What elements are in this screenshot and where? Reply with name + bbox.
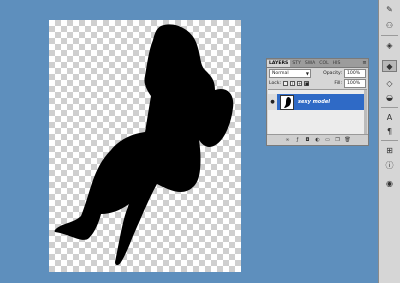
color-icon[interactable]: ◉	[382, 178, 397, 190]
lock-label: Lock:	[269, 80, 282, 86]
document-canvas[interactable]	[49, 20, 241, 272]
opacity-value: 100%	[347, 70, 361, 76]
woman-silhouette-image	[54, 24, 234, 265]
text-icon[interactable]: A	[382, 112, 397, 124]
panel-tab-bar: LAYERS STY SWA COL HIS ≡	[267, 59, 368, 68]
tab-history[interactable]: HIS	[331, 60, 343, 67]
blend-row: Normal ▼ Opacity: 100%	[267, 68, 368, 78]
tab-swatches[interactable]: SWA	[303, 60, 317, 67]
blend-mode-value: Normal	[272, 70, 289, 76]
fill-label: Fill:	[334, 80, 342, 86]
dock-divider	[381, 35, 398, 36]
adjustment-layer-icon[interactable]: ◐	[314, 137, 321, 143]
add-mask-icon[interactable]: ◘	[304, 137, 311, 143]
history-icon[interactable]: ⊞	[382, 145, 397, 157]
clone-icon[interactable]: ⚇	[382, 20, 397, 32]
dock-divider	[381, 107, 398, 108]
tab-color[interactable]: COL	[317, 60, 330, 67]
paths-icon[interactable]: ◇	[382, 78, 397, 90]
lock-transparency-icon[interactable]	[283, 80, 289, 86]
link-layers-icon[interactable]: ∞	[284, 137, 291, 143]
layer-thumbnail	[280, 94, 294, 110]
tab-layers[interactable]: LAYERS	[267, 60, 291, 67]
eye-icon[interactable]: ●	[268, 94, 277, 110]
new-layer-icon[interactable]: ❐	[334, 137, 341, 143]
lock-row: Lock: / + ■ Fill: 100%	[267, 78, 368, 88]
lock-pixels-icon[interactable]: /	[290, 80, 296, 86]
panel-dock: ✎ ⚇ ◈ ◆ ◇ ◒ A ¶ ⊞ ⓘ ◉	[378, 0, 400, 283]
opacity-field[interactable]: 100%	[344, 68, 366, 78]
fill-value: 100%	[347, 80, 361, 86]
channels-icon[interactable]: ◆	[382, 60, 397, 72]
delete-layer-icon[interactable]: 🗑	[344, 137, 351, 143]
thumbnail-silhouette-icon	[284, 96, 291, 108]
blend-mode-select[interactable]: Normal ▼	[269, 68, 311, 78]
fill-field[interactable]: 100%	[344, 78, 366, 88]
info-icon[interactable]: ⓘ	[382, 160, 397, 172]
panel-menu-icon[interactable]: ≡	[361, 60, 368, 67]
layers-icon[interactable]: ◈	[382, 40, 397, 52]
layers-panel: LAYERS STY SWA COL HIS ≡ Normal ▼ Opacit…	[266, 58, 369, 146]
paragraph-icon[interactable]: ¶	[382, 126, 397, 138]
layer-row[interactable]: ● sexy model	[268, 94, 367, 110]
brush-icon[interactable]: ✎	[382, 4, 397, 16]
lock-position-icon[interactable]: +	[297, 80, 303, 86]
lock-all-icon[interactable]: ■	[304, 80, 310, 86]
layers-scrollbar[interactable]	[364, 90, 367, 134]
tab-styles[interactable]: STY	[290, 60, 303, 67]
layers-list: ● sexy model	[268, 89, 367, 136]
panel-footer: ∞ ƒ ◘ ◐ ▭ ❐ 🗑	[267, 134, 368, 145]
layer-name[interactable]: sexy model	[298, 99, 330, 105]
chevron-down-icon: ▼	[305, 70, 309, 76]
opacity-label: Opacity:	[323, 70, 342, 76]
new-group-icon[interactable]: ▭	[324, 137, 331, 143]
adjust-icon[interactable]: ◒	[382, 92, 397, 104]
layer-style-icon[interactable]: ƒ	[294, 137, 301, 143]
dock-divider	[381, 140, 398, 141]
